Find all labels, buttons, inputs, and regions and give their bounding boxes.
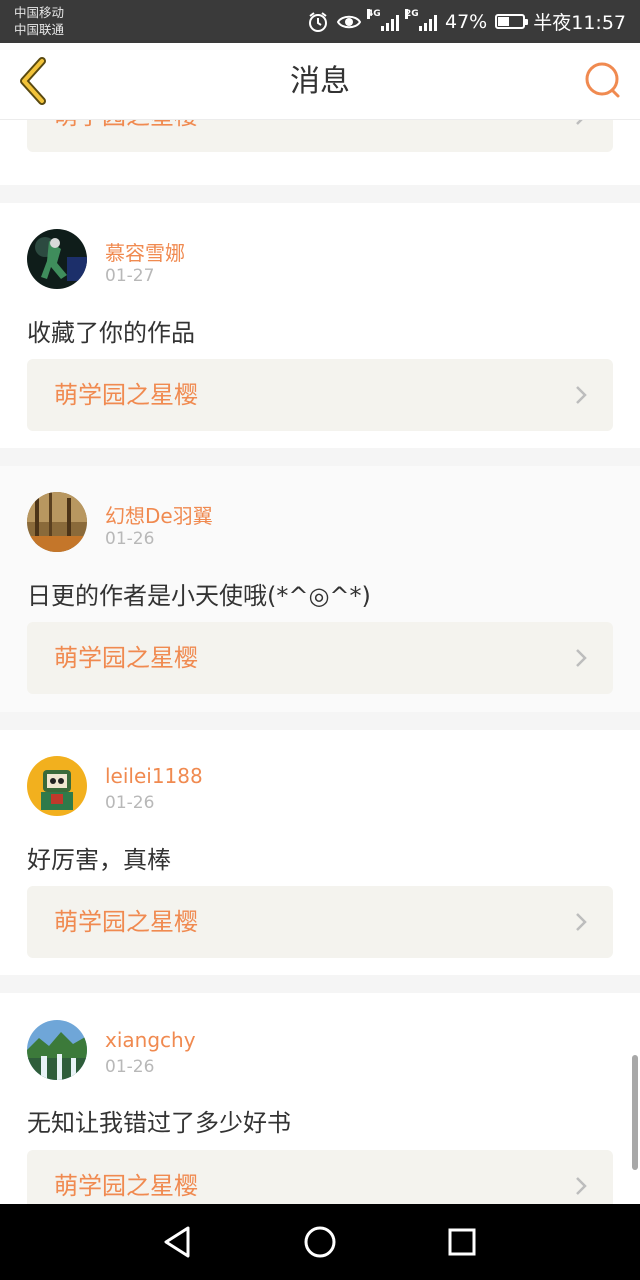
carrier-1: 中国移动: [14, 5, 65, 20]
message-card: 慕容雪娜 01-27 收藏了你的作品 萌学园之星樱: [0, 203, 640, 448]
carrier-2: 中国联通: [14, 22, 65, 37]
search-icon: [585, 62, 620, 98]
nav-home-button[interactable]: [300, 1222, 340, 1262]
avatar[interactable]: [27, 492, 87, 552]
message-text: 好厉害，真棒: [27, 846, 171, 874]
chevron-right-icon: [576, 386, 587, 404]
work-title: 萌学园之星樱: [54, 908, 198, 936]
message-date: 01-26: [105, 1057, 155, 1077]
work-link[interactable]: 萌学园之星樱: [27, 886, 613, 958]
status-bar: 中国移动 中国联通 4G 2G 47% 半夜11:57: [0, 0, 640, 43]
message-text: 收藏了你的作品: [27, 319, 195, 347]
work-title: 萌学园之星樱: [54, 381, 198, 409]
message-card: xiangchy 01-26 无知让我错过了多少好书 萌学园之星樱: [0, 993, 640, 1204]
chevron-right-icon: [576, 120, 583, 125]
alarm-icon: [307, 11, 329, 33]
work-link[interactable]: 萌学园之星樱: [27, 622, 613, 694]
system-nav-bar: [0, 1204, 640, 1280]
back-triangle-icon: [164, 1226, 190, 1258]
network-type-4g: 4G: [367, 8, 381, 19]
user-name[interactable]: xiangchy: [105, 1028, 196, 1052]
nav-back-button[interactable]: [158, 1222, 198, 1262]
app-header: 消息: [0, 43, 640, 120]
network-type-2g: 2G: [405, 8, 419, 19]
chevron-right-icon: [576, 649, 587, 667]
status-icons: 4G 2G 47% 半夜11:57: [307, 0, 626, 43]
signal-icon-4g: 4G: [367, 8, 399, 31]
chevron-right-icon: [576, 913, 587, 931]
message-date: 01-27: [105, 266, 155, 286]
carrier-labels: 中国移动 中国联通: [14, 4, 64, 38]
work-link[interactable]: 萌学园之星樱: [27, 1150, 613, 1204]
nav-recents-button[interactable]: [442, 1222, 482, 1262]
work-title: 萌学园之星樱: [54, 1172, 198, 1200]
work-link[interactable]: 萌学园之星樱: [27, 120, 613, 152]
work-title: 萌学园之星樱: [54, 120, 198, 152]
user-name[interactable]: leilei1188: [105, 764, 203, 788]
message-date: 01-26: [105, 529, 155, 549]
clock: 半夜11:57: [533, 12, 626, 34]
message-text: 日更的作者是小天使哦(*^◎^*): [27, 582, 371, 610]
signal-icon-2g: 2G: [405, 8, 437, 31]
message-date: 01-26: [105, 793, 155, 813]
message-card: 幻想De羽翼 01-26 日更的作者是小天使哦(*^◎^*) 萌学园之星樱: [0, 466, 640, 712]
home-circle-icon: [304, 1226, 336, 1258]
user-name[interactable]: 幻想De羽翼: [105, 500, 213, 529]
user-name[interactable]: 慕容雪娜: [105, 237, 185, 266]
avatar[interactable]: [27, 756, 87, 816]
scrollbar[interactable]: [632, 1055, 638, 1170]
page-title: 消息: [290, 64, 350, 99]
message-text: 无知让我错过了多少好书: [27, 1109, 291, 1137]
work-link[interactable]: 萌学园之星樱: [27, 359, 613, 431]
message-card: leilei1188 01-26 好厉害，真棒 萌学园之星樱: [0, 730, 640, 975]
eye-icon: [337, 13, 361, 31]
avatar[interactable]: [27, 1020, 87, 1080]
search-button[interactable]: [582, 59, 626, 103]
avatar[interactable]: [27, 229, 87, 289]
chevron-right-icon: [576, 1177, 587, 1195]
battery-percent: 47%: [445, 10, 488, 33]
work-title: 萌学园之星樱: [54, 644, 198, 672]
battery-icon: [495, 14, 529, 29]
message-list[interactable]: 萌学园之星樱 慕容雪娜 01-27 收藏了你的作品 萌学园之星樱 幻想De羽翼 …: [0, 120, 640, 1204]
message-card: 萌学园之星樱: [0, 120, 640, 185]
recents-square-icon: [448, 1228, 476, 1256]
